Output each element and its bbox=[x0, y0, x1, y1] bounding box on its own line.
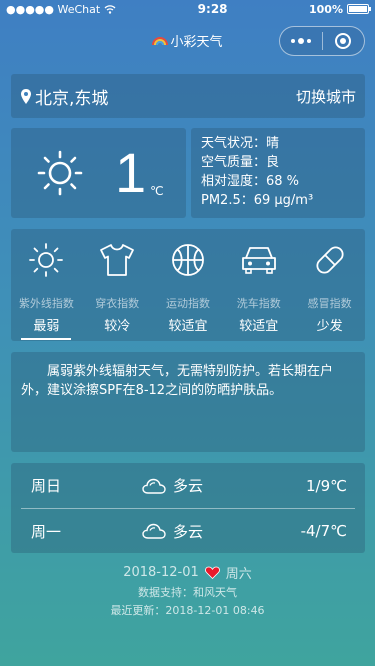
target-icon bbox=[335, 33, 352, 49]
last-updated: 最近更新：2018-12-01 08:46 bbox=[110, 604, 265, 617]
index-label: 紫外线指数 bbox=[18, 297, 74, 310]
footer-weekday: 周六 bbox=[225, 567, 252, 582]
index-clothing[interactable]: 穿衣指数 较冷 bbox=[82, 229, 153, 341]
status-time: 9:28 bbox=[197, 2, 228, 16]
pm25: PM2.5：69 μg/m³ bbox=[201, 193, 314, 208]
index-value: 较冷 bbox=[104, 319, 131, 334]
index-label: 感冒指数 bbox=[307, 297, 352, 310]
forecast-weather-text: 多云 bbox=[173, 477, 204, 495]
forecast-row: 周一 多云 -4/7℃ bbox=[21, 508, 355, 553]
wifi-icon bbox=[104, 4, 116, 14]
advice-card: 属弱紫外线辐射天气，无需特别防护。若长期在户外，建议涂擦SPF在8-12之间的防… bbox=[11, 352, 365, 452]
uv-sun-icon bbox=[29, 243, 64, 277]
cloud-icon bbox=[142, 523, 166, 539]
sun-icon bbox=[37, 150, 83, 196]
heart-icon bbox=[204, 566, 220, 579]
forecast-day: 周一 bbox=[31, 522, 62, 541]
advice-text: 属弱紫外线辐射天气，无需特别防护。若长期在户外，建议涂擦SPF在8-12之间的防… bbox=[21, 364, 334, 398]
index-value: 最弱 bbox=[21, 315, 72, 340]
forecast-weather-text: 多云 bbox=[173, 522, 204, 541]
app-title: 小彩天气 bbox=[152, 31, 223, 50]
carrier-info: ●●●●● WeChat bbox=[6, 3, 116, 16]
footer-date-line: 2018-12-01 周六 bbox=[0, 563, 375, 582]
forecast-temp: -4/7℃ bbox=[300, 522, 347, 540]
battery-icon bbox=[346, 4, 371, 14]
battery-info: 100% bbox=[309, 2, 371, 16]
switch-city-button[interactable]: 切换城市 bbox=[296, 86, 356, 107]
location-card: 北京,东城 切换城市 bbox=[11, 74, 365, 118]
index-label: 洗车指数 bbox=[236, 297, 281, 310]
forecast-weather: 多云 bbox=[141, 521, 275, 542]
nav-bar: 小彩天气 bbox=[0, 18, 375, 62]
forecast-weather: 多云 bbox=[141, 475, 275, 496]
more-button[interactable] bbox=[280, 27, 322, 55]
current-weather-card: 1 ℃ bbox=[11, 128, 186, 218]
app-title-text: 小彩天气 bbox=[170, 34, 223, 50]
cloud-icon bbox=[142, 478, 166, 494]
forecast-temp: 1/9℃ bbox=[306, 476, 347, 495]
footer-date: 2018-12-01 bbox=[123, 565, 199, 580]
index-sport[interactable]: 运动指数 较适宜 bbox=[153, 229, 224, 341]
close-miniprogram-button[interactable] bbox=[323, 27, 365, 55]
tshirt-icon bbox=[100, 244, 135, 276]
car-icon bbox=[241, 247, 276, 274]
location-pin-icon bbox=[21, 88, 31, 104]
life-index-card: 紫外线指数 最弱 穿衣指数 较冷 运动指数 较适宜 洗车指数 较适宜 感冒指数 … bbox=[11, 229, 365, 341]
rainbow-icon bbox=[152, 37, 169, 46]
index-label: 穿衣指数 bbox=[95, 297, 140, 310]
index-carwash[interactable]: 洗车指数 较适宜 bbox=[223, 229, 294, 341]
index-cold[interactable]: 感冒指数 少发 bbox=[294, 229, 365, 341]
humidity: 相对湿度：68 % bbox=[201, 174, 300, 189]
current-temperature: 1 bbox=[115, 141, 147, 204]
carrier-label: ●●●●● WeChat bbox=[6, 2, 101, 16]
forecast-day: 周日 bbox=[31, 477, 62, 495]
forecast-card: 周日 多云 1/9℃ 周一 多云 -4/7℃ bbox=[11, 463, 365, 553]
basketball-icon bbox=[172, 244, 204, 276]
forecast-row: 周日 多云 1/9℃ bbox=[21, 463, 355, 508]
index-label: 运动指数 bbox=[165, 297, 210, 310]
index-uv[interactable]: 紫外线指数 最弱 bbox=[11, 229, 82, 341]
status-bar: ●●●●● WeChat 9:28 100% bbox=[0, 0, 375, 18]
city-name: 北京,东城 bbox=[35, 88, 109, 109]
weather-condition: 天气状况：晴 bbox=[201, 136, 280, 151]
temperature-unit: ℃ bbox=[150, 184, 164, 198]
index-value: 较适宜 bbox=[239, 319, 279, 334]
miniprogram-capsule bbox=[279, 26, 365, 56]
weather-details-card: 天气状况：晴 空气质量：良 相对湿度：68 % PM2.5：69 μg/m³ bbox=[191, 128, 365, 218]
air-quality: 空气质量：良 bbox=[201, 155, 280, 170]
footer: 2018-12-01 周六 数据支持：和风天气 最近更新：2018-12-01 … bbox=[0, 563, 375, 618]
battery-percent: 100% bbox=[309, 2, 343, 16]
index-value: 少发 bbox=[316, 319, 343, 334]
more-dots-icon bbox=[290, 38, 311, 44]
data-source: 数据支持：和风天气 bbox=[138, 586, 237, 599]
index-value: 较适宜 bbox=[168, 319, 208, 334]
current-location: 北京,东城 bbox=[20, 84, 108, 109]
pill-icon bbox=[316, 246, 344, 274]
